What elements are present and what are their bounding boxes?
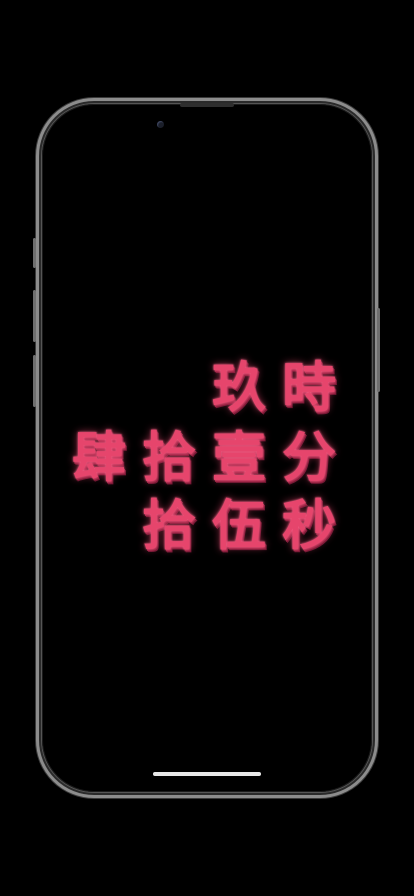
screen: 玖 時 肆 拾 壹 分 拾 伍 秒 bbox=[0, 0, 414, 896]
power-button bbox=[377, 308, 380, 392]
clock-minute-line: 肆 拾 壹 分 bbox=[66, 426, 342, 488]
earpiece-speaker-icon bbox=[180, 103, 234, 107]
home-indicator[interactable] bbox=[153, 772, 261, 776]
clock-hour-line: 玖 時 bbox=[206, 356, 342, 418]
clock-minute-unit: 分 bbox=[282, 425, 336, 489]
clock-minute-digit: 拾 bbox=[142, 425, 196, 489]
clock-minute-digit: 肆 bbox=[72, 425, 126, 489]
clock-second-digit: 伍 bbox=[212, 493, 266, 557]
clock-second-digit: 拾 bbox=[142, 493, 196, 557]
clock-second-unit: 秒 bbox=[282, 493, 336, 557]
clock-minute-digit: 壹 bbox=[212, 425, 266, 489]
clock-second-line: 拾 伍 秒 bbox=[136, 494, 342, 556]
clock-hour-unit: 時 bbox=[282, 355, 336, 419]
clock-hour-digit: 玖 bbox=[212, 355, 266, 419]
mute-switch bbox=[33, 238, 36, 268]
front-camera-icon bbox=[157, 121, 164, 128]
volume-up-button bbox=[33, 290, 36, 342]
volume-down-button bbox=[33, 355, 36, 407]
